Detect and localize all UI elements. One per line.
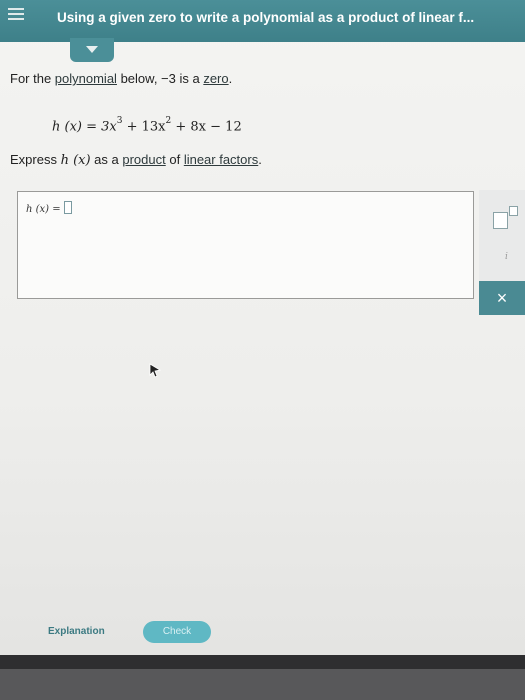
explanation-button[interactable]: Explanation xyxy=(48,626,105,637)
answer-box[interactable]: h (x) = xyxy=(17,191,474,299)
monitor-bezel-edge xyxy=(0,655,525,669)
info-icon[interactable]: i xyxy=(505,252,508,262)
question-instruction: Express h (x) as a product of linear fac… xyxy=(10,152,262,168)
polynomial-equation: h (x) = 3x3 + 13x2 + 8x − 12 xyxy=(52,116,242,135)
question-intro: For the polynomial below, −3 is a zero. xyxy=(10,71,233,86)
linear-factors-link[interactable]: linear factors xyxy=(184,152,258,167)
page-title: Using a given zero to write a polynomial… xyxy=(57,10,475,25)
product-link[interactable]: product xyxy=(122,152,165,167)
chevron-down-icon xyxy=(86,46,98,53)
polynomial-link[interactable]: polynomial xyxy=(55,71,117,86)
menu-icon[interactable] xyxy=(8,8,24,20)
exponent-icon[interactable] xyxy=(493,206,519,229)
mouse-cursor-icon xyxy=(149,363,162,378)
answer-label: h (x) = xyxy=(26,201,72,215)
zero-link[interactable]: zero xyxy=(203,71,228,86)
collapse-toggle-button[interactable] xyxy=(70,38,114,62)
answer-input[interactable] xyxy=(63,201,72,214)
header-bar: Using a given zero to write a polynomial… xyxy=(0,0,525,42)
check-button[interactable]: Check xyxy=(143,621,211,643)
screen: Using a given zero to write a polynomial… xyxy=(0,0,525,655)
close-icon[interactable]: × xyxy=(479,281,525,315)
